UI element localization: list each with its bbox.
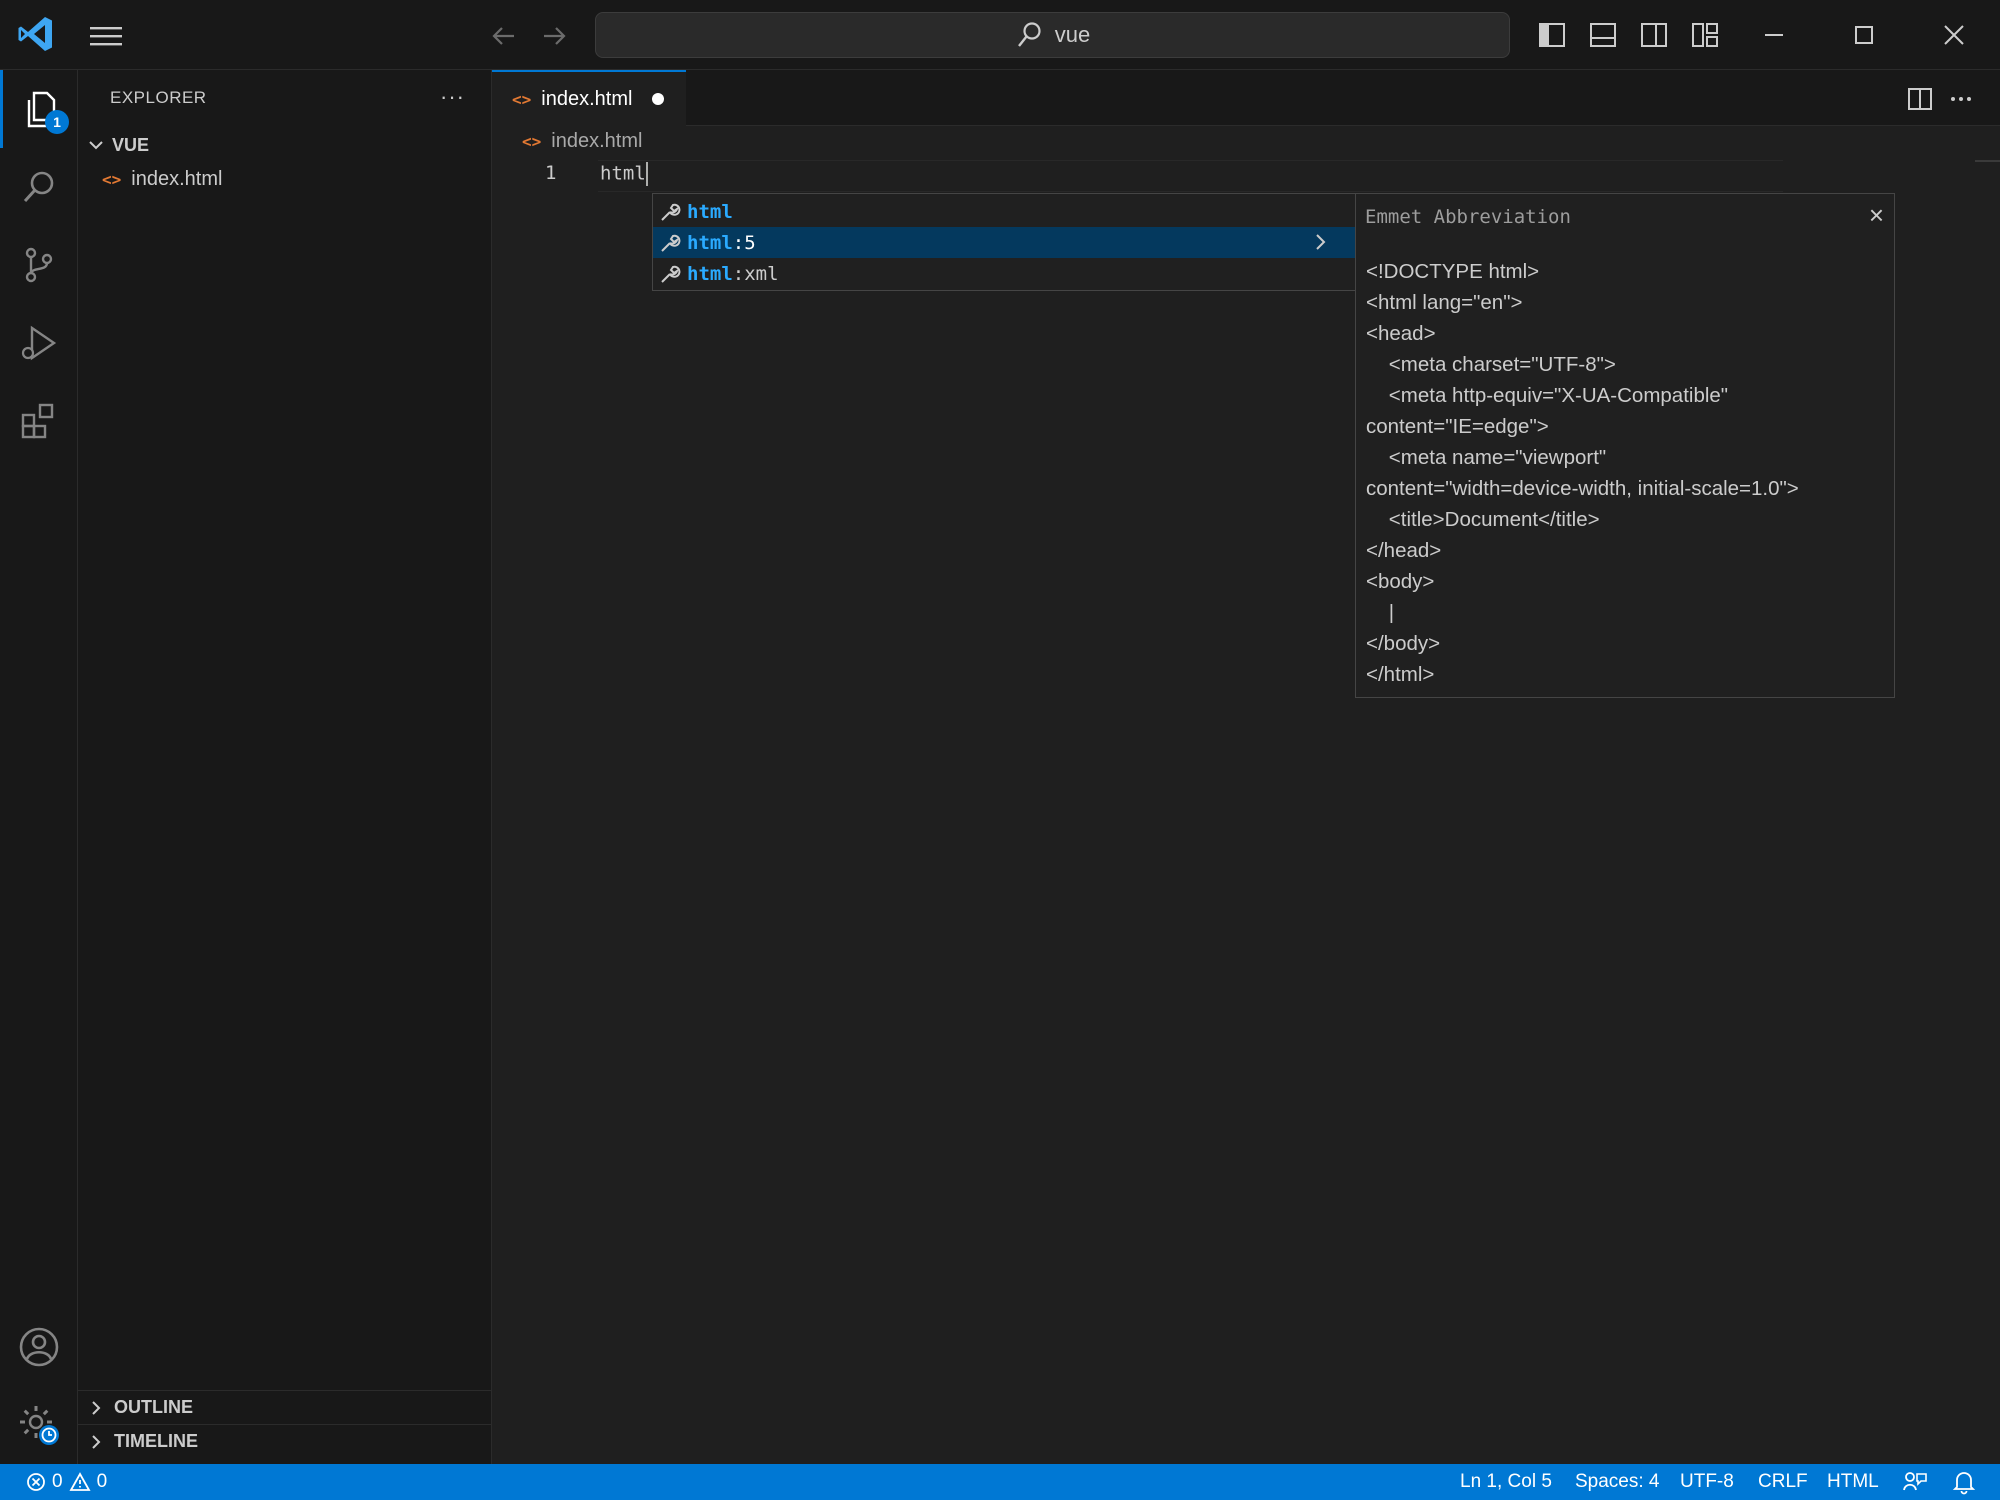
chevron-right-icon[interactable] [1311,231,1331,253]
source-control-icon [25,247,53,283]
chevron-right-icon [92,1434,101,1449]
suggestion-rest: :xml [732,262,779,285]
timeline-label: TIMELINE [114,1431,198,1451]
file-label: index.html [131,167,223,190]
current-line-highlight [598,160,1783,192]
suggestion-details: Emmet Abbreviation × <!DOCTYPE html> <ht… [1355,193,1895,698]
toggle-primary-sidebar-icon[interactable] [1537,20,1567,50]
tab-index-html[interactable]: <> index.html [492,70,686,126]
explorer-title: EXPLORER [110,88,207,107]
feedback-icon[interactable] [1902,1470,1928,1494]
code-text: html [600,162,646,185]
language-mode[interactable]: HTML [1827,1471,1879,1493]
search-icon [1017,22,1041,47]
end-of-line[interactable]: CRLF [1758,1471,1808,1493]
suggestion-match: html [687,262,733,285]
suggestion-rest: :5 [732,231,756,254]
tab-label: index.html [541,87,633,110]
run-debug-icon [21,325,57,361]
problems-indicator[interactable]: 0 0 [26,1471,107,1493]
activity-search[interactable] [0,148,78,226]
activity-extensions[interactable] [0,382,78,460]
maximize-icon[interactable] [1847,18,1881,52]
details-heading: Emmet Abbreviation [1365,206,1571,228]
outline-label: OUTLINE [114,1397,193,1417]
text-cursor [645,162,648,186]
suggestion-item[interactable]: html [653,196,1355,227]
cursor-position[interactable]: Ln 1, Col 5 [1460,1471,1552,1493]
emmet-preview: <!DOCTYPE html> <html lang="en"> <head> … [1366,260,1799,686]
status-bar: 0 0 Ln 1, Col 5 Spaces: 4 UTF-8 CRLF HTM… [0,1464,2000,1500]
hamburger-menu-icon[interactable] [86,22,126,50]
vscode-logo-icon [18,17,52,51]
extensions-icon [21,403,54,439]
indentation[interactable]: Spaces: 4 [1575,1471,1660,1493]
suggestion-item[interactable]: html:xml [653,258,1355,289]
explorer-sidebar: EXPLORER ··· VUE <> index.html OUTLINE T… [78,70,492,1464]
wrench-icon [653,232,687,254]
html-file-icon: <> [522,132,542,151]
encoding[interactable]: UTF-8 [1680,1471,1734,1493]
customize-layout-icon[interactable] [1690,20,1720,50]
chevron-right-icon [92,1400,101,1415]
suggestion-list: html html:5 html:xml [652,193,1356,291]
activity-source-control[interactable] [0,226,78,304]
activity-explorer[interactable]: 1 [0,70,78,148]
split-editor-icon[interactable] [1905,84,1935,114]
activity-run-debug[interactable] [0,304,78,382]
file-index-html[interactable]: <> index.html [102,164,222,194]
line-number: 1 [545,162,557,184]
outline-section[interactable]: OUTLINE [78,1390,492,1424]
toggle-secondary-sidebar-icon[interactable] [1639,20,1669,50]
explorer-more-actions[interactable]: ··· [440,84,465,110]
html-file-icon: <> [102,169,122,189]
error-icon [27,1473,45,1491]
breadcrumb-file: index.html [551,130,643,152]
chevron-down-icon [89,141,103,150]
folder-vue[interactable]: VUE [86,130,149,160]
toggle-panel-icon[interactable] [1588,20,1618,50]
close-window-icon[interactable] [1937,18,1971,52]
warning-count: 0 [96,1471,108,1492]
activity-manage[interactable] [0,1386,78,1464]
scrollbar-track[interactable] [1975,160,2000,162]
search-text: vue [1054,22,1091,47]
notifications-bell-icon[interactable] [1952,1469,1976,1495]
settings-gear-icon [20,1406,59,1445]
account-icon [19,1327,59,1367]
back-arrow-icon[interactable] [488,20,520,52]
activity-accounts[interactable] [0,1308,78,1386]
explorer-badge: 1 [45,110,69,134]
command-center-search[interactable]: vue [595,12,1510,58]
html-file-icon: <> [512,89,532,109]
search-icon [23,171,54,203]
title-bar: vue [0,0,2000,70]
timeline-section[interactable]: TIMELINE [78,1424,492,1458]
editor-tabs: <> index.html [492,70,2000,126]
folder-label: VUE [112,134,150,155]
wrench-icon [653,263,687,285]
breadcrumb[interactable]: <> index.html [522,130,642,153]
wrench-icon [653,201,687,223]
more-actions-icon[interactable] [1946,84,1976,114]
warning-icon [69,1472,91,1491]
minimize-icon[interactable] [1757,18,1791,52]
error-count: 0 [52,1471,63,1492]
activity-bar: 1 [0,70,78,1464]
forward-arrow-icon[interactable] [538,20,570,52]
code-line-1[interactable]: html [600,162,648,186]
suggestion-match: html [687,200,733,223]
unsaved-dot-icon[interactable] [652,93,665,105]
suggestion-item-selected[interactable]: html:5 [653,227,1355,258]
suggestion-match: html [687,231,733,254]
close-icon[interactable]: × [1869,200,1884,231]
